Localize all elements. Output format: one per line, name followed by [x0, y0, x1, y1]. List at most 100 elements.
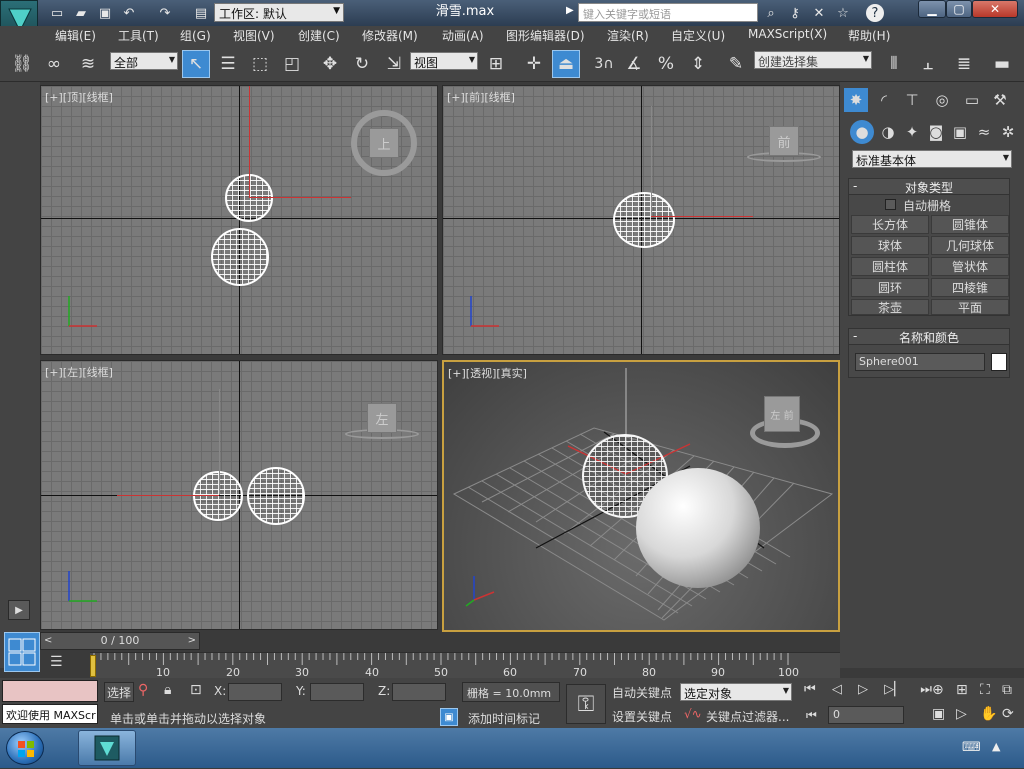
layer-manager-icon[interactable]: ≣ [950, 50, 978, 78]
keyboard-shortcut-icon[interactable]: ⏏ [552, 50, 580, 78]
binoculars-icon[interactable]: ⌕ [762, 4, 780, 22]
time-marker[interactable] [90, 655, 96, 677]
spinner-snap-icon[interactable]: ⇕ [684, 50, 712, 78]
select-object-icon[interactable]: ↖ [182, 50, 210, 78]
viewcube[interactable]: 上 [369, 128, 399, 158]
viewport-layout-icon[interactable] [4, 632, 40, 672]
save-icon[interactable]: ▣ [96, 4, 114, 22]
menu-maxscript[interactable]: MAXScript(X) [748, 27, 827, 41]
snap-toggle-icon[interactable]: 3 ∩ [590, 50, 618, 78]
spacewarps-icon[interactable]: ≈ [972, 120, 996, 144]
key-search-icon[interactable]: ⚷ [786, 4, 804, 22]
mirror-icon[interactable]: ⫴ [880, 50, 908, 78]
window-crossing-icon[interactable]: ◰ [278, 50, 306, 78]
slider-next-icon[interactable]: > [188, 633, 196, 649]
lights-icon[interactable]: ✦ [900, 120, 924, 144]
viewport-top[interactable]: [+][顶][线框] 上 [40, 85, 438, 355]
start-button[interactable] [6, 731, 44, 765]
viewport-left[interactable]: [+][左][线框] 左 [40, 360, 438, 630]
sphere-button[interactable]: 球体 [851, 236, 929, 255]
y-coordinate-input[interactable] [310, 683, 364, 701]
track-bar[interactable]: 10 20 30 40 50 60 70 80 90 100 [90, 652, 840, 679]
cylinder-button[interactable]: 圆柱体 [851, 257, 929, 276]
viewport-label[interactable]: [+][左][线框] [45, 364, 113, 380]
menu-help[interactable]: 帮助(H) [848, 27, 890, 44]
box-button[interactable]: 长方体 [851, 215, 929, 234]
object-name-input[interactable]: Sphere001 [855, 353, 985, 371]
maxscript-listener-input[interactable]: 欢迎使用 MAXScr [2, 704, 98, 724]
search-input[interactable]: 键入关键字或短语 [578, 3, 758, 22]
project-folder-icon[interactable]: ▤ [192, 4, 210, 22]
helpers-icon[interactable]: ▣ [948, 120, 972, 144]
cone-button[interactable]: 圆锥体 [931, 215, 1009, 234]
auto-key-button[interactable]: 自动关键点 [612, 684, 672, 701]
shapes-icon[interactable]: ◑ [876, 120, 900, 144]
viewport-front[interactable]: [+][前][线框] 前 [442, 85, 840, 355]
ref-coord-dropdown[interactable]: 视图 [410, 52, 478, 70]
new-file-icon[interactable]: ▭ [48, 4, 66, 22]
isolate-icon[interactable]: ⚲ [138, 682, 148, 698]
zoom-all-icon[interactable]: ⊞ [956, 682, 968, 698]
cameras-icon[interactable]: ◙ [924, 120, 948, 144]
menu-edit[interactable]: 编辑(E) [55, 27, 96, 44]
scale-icon[interactable]: ⇲ [380, 50, 408, 78]
minimize-button[interactable]: ▁ [918, 0, 946, 18]
sphere-wireframe[interactable] [211, 228, 269, 286]
orbit-icon[interactable]: ⟳ [1002, 706, 1014, 722]
key-mode-dropdown[interactable]: 选定对象 [680, 683, 792, 701]
redo-icon[interactable]: ↷ [156, 4, 174, 22]
mini-curve-editor-icon[interactable]: ☰ [50, 654, 72, 674]
lock-selection-icon[interactable]: 🔒︎ [164, 682, 171, 698]
goto-end-icon[interactable]: ⏭ [920, 682, 932, 702]
undo-icon[interactable]: ↶ [120, 4, 138, 22]
teapot-button[interactable]: 茶壶 [851, 299, 929, 315]
workspace-dropdown[interactable]: 工作区: 默认 ▼ [214, 3, 344, 22]
z-coordinate-input[interactable] [392, 683, 446, 701]
category-dropdown[interactable]: 标准基本体 [852, 150, 1012, 168]
angle-snap-icon[interactable]: ∡ [620, 50, 648, 78]
align-icon[interactable]: ⫠ [914, 50, 942, 78]
menu-tools[interactable]: 工具(T) [118, 27, 159, 44]
utilities-tab-icon[interactable]: ⚒ [988, 88, 1012, 112]
rollout-title[interactable]: - 对象类型 [849, 179, 1009, 195]
slider-prev-icon[interactable]: < [44, 633, 52, 649]
close-button[interactable]: ✕ [972, 0, 1018, 18]
pivot-center-icon[interactable]: ⊞ [482, 50, 510, 78]
next-frame-icon[interactable]: ▷▏ [884, 682, 904, 702]
pan-hand-icon[interactable]: ✋ [980, 706, 997, 722]
expand-panel-icon[interactable]: ▶ [8, 600, 30, 620]
set-key-button[interactable]: 设置关键点 [612, 708, 672, 725]
sphere-wireframe[interactable] [193, 471, 243, 521]
taskbar-3dsmax-icon[interactable] [78, 730, 136, 766]
viewport-perspective[interactable]: [+][透视][真实] 左 前 [442, 360, 840, 632]
selection-filter-dropdown[interactable]: 全部 [110, 52, 178, 70]
key-mode-toggle-icon[interactable]: ⏮ [806, 708, 817, 723]
goto-start-icon[interactable]: ⏮ [804, 682, 816, 702]
maxscript-listener-pink[interactable] [2, 680, 98, 702]
auto-grid-checkbox[interactable] [885, 199, 896, 210]
viewport-label[interactable]: [+][顶][线框] [45, 89, 113, 105]
time-tag-icon[interactable]: ▣ [440, 708, 458, 726]
sphere-shaded[interactable] [636, 468, 760, 588]
zoom-extents-all-icon[interactable]: ⧉ [1002, 682, 1012, 698]
rollout-title[interactable]: - 名称和颜色 [849, 329, 1009, 345]
zoom-region-icon[interactable]: ▣ [932, 706, 945, 722]
tube-button[interactable]: 管状体 [931, 257, 1009, 276]
systems-icon[interactable]: ✲ [996, 120, 1020, 144]
object-color-swatch[interactable] [991, 353, 1007, 371]
bind-spacewarp-icon[interactable]: ≋ [74, 50, 102, 78]
link-icon[interactable]: ⛓ [8, 50, 36, 78]
current-frame-input[interactable]: 0 [828, 706, 904, 724]
viewcube[interactable]: 左 前 [764, 396, 800, 432]
menu-views[interactable]: 视图(V) [233, 27, 275, 44]
time-slider[interactable]: < 0 / 100 > [40, 632, 200, 650]
torus-button[interactable]: 圆环 [851, 278, 929, 297]
field-of-view-icon[interactable]: ▷ [956, 706, 967, 722]
menu-animation[interactable]: 动画(A) [442, 27, 484, 44]
unlink-icon[interactable]: ∞ [40, 50, 68, 78]
add-time-tag-button[interactable]: 添加时间标记 [468, 710, 540, 727]
pyramid-button[interactable]: 四棱锥 [931, 278, 1009, 297]
tray-expand-icon[interactable]: ▲ [992, 740, 1000, 753]
geosphere-button[interactable]: 几何球体 [931, 236, 1009, 255]
named-selection-set-dropdown[interactable]: 创建选择集 [754, 51, 872, 69]
